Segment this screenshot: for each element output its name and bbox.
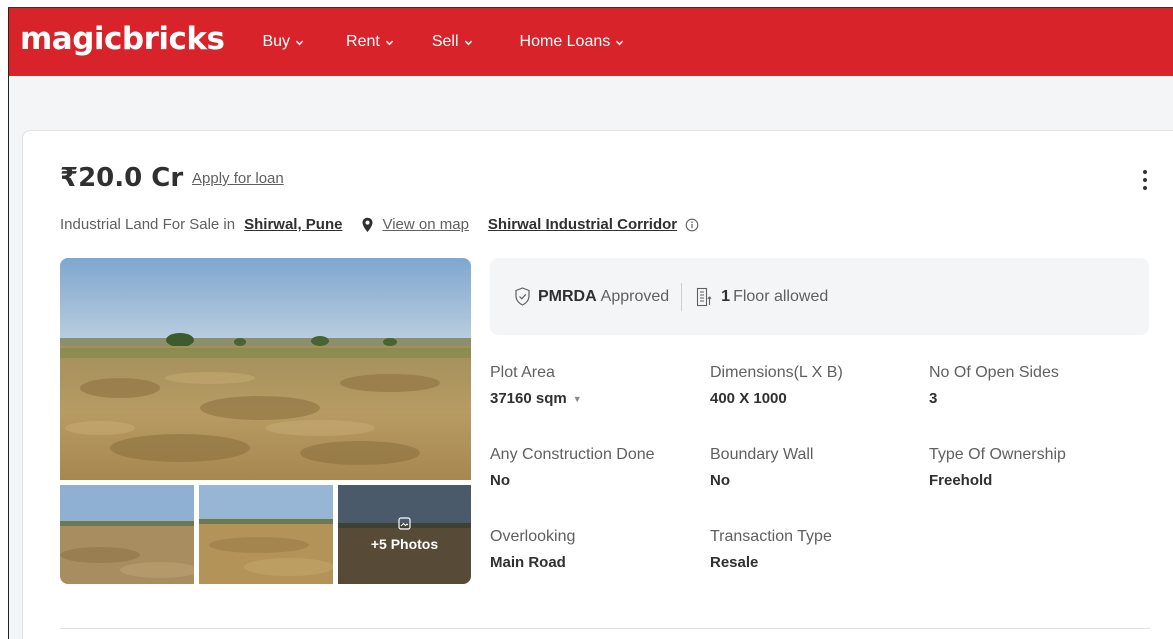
chevron-down-icon: [616, 40, 624, 45]
caret-down-icon: ▼: [572, 393, 582, 404]
main-nav: Buy Rent Sell Home Loans: [262, 33, 624, 51]
land-photo-image: [60, 258, 471, 480]
info-icon[interactable]: [685, 218, 699, 232]
spec-value: Freehold: [929, 472, 993, 489]
nav-sell-label: Sell: [431, 33, 459, 50]
main-property-photo[interactable]: [60, 258, 471, 480]
map-pin-icon: [362, 217, 373, 232]
approval-info-box: PMRDA Approved 1 Floor allowed: [490, 258, 1149, 335]
spec-value: Resale: [710, 554, 759, 571]
section-divider: [60, 628, 1150, 629]
spec-transaction-type: Transaction Type Resale: [710, 528, 832, 571]
corridor-link[interactable]: Shirwal Industrial Corridor: [488, 216, 677, 233]
spec-plot-area: Plot Area 37160 sqm ▼: [490, 364, 582, 407]
divider: [681, 282, 683, 311]
top-nav-bar: magicbricks Buy Rent Sell Home Loans: [9, 8, 1173, 76]
magicbricks-logo[interactable]: magicbricks: [20, 21, 225, 57]
more-photos-label: +5 Photos: [370, 536, 439, 552]
more-options-icon[interactable]: [1137, 166, 1153, 194]
spec-label: Dimensions(L X B): [710, 364, 843, 381]
thumbnail-photo-1[interactable]: [60, 485, 194, 584]
nav-sell[interactable]: Sell: [432, 33, 473, 51]
floors-allowed-label: Floor allowed: [733, 287, 829, 305]
spec-label: Overlooking: [490, 528, 576, 545]
thumbnail-image: [60, 485, 194, 584]
spec-label: Boundary Wall: [710, 446, 814, 463]
nav-home-loans-label: Home Loans: [519, 33, 611, 50]
spec-construction-done: Any Construction Done No: [490, 446, 655, 489]
spec-label: Type Of Ownership: [929, 446, 1066, 463]
spec-value: No: [710, 472, 730, 489]
spec-label: Plot Area: [490, 364, 555, 381]
more-photos-overlay: +5 Photos: [338, 485, 471, 584]
spec-boundary-wall: Boundary Wall No: [710, 446, 813, 489]
spec-ownership: Type Of Ownership Freehold: [929, 446, 1066, 489]
location-link[interactable]: Shirwal, Pune: [244, 216, 342, 233]
more-photos-thumbnail[interactable]: +5 Photos: [338, 485, 471, 584]
spec-overlooking: Overlooking Main Road: [490, 528, 575, 571]
spec-dimensions: Dimensions(L X B) 400 X 1000: [710, 364, 843, 407]
chevron-down-icon: [464, 40, 472, 45]
approval-status: Approved: [600, 287, 670, 305]
spec-value: No: [490, 472, 510, 489]
nav-buy-label: Buy: [262, 33, 291, 50]
spec-open-sides: No Of Open Sides 3: [929, 364, 1059, 407]
nav-home-loans[interactable]: Home Loans: [520, 33, 625, 51]
spec-label: Transaction Type: [710, 528, 832, 545]
spec-value: Main Road: [490, 554, 566, 571]
building-floors-icon: [697, 287, 712, 306]
spec-label: No Of Open Sides: [929, 364, 1059, 381]
view-on-map-link[interactable]: View on map: [382, 216, 468, 233]
nav-rent[interactable]: Rent: [346, 33, 394, 51]
nav-buy[interactable]: Buy: [262, 33, 304, 51]
window-border-top: [8, 7, 1173, 8]
floors-allowed-count: 1: [721, 287, 731, 305]
spec-value: 37160 sqm: [490, 390, 567, 407]
approval-authority: PMRDA: [538, 287, 597, 305]
apply-for-loan-link[interactable]: Apply for loan: [192, 170, 284, 187]
window-border: [8, 8, 9, 639]
spec-value: 400 X 1000: [710, 390, 787, 407]
plot-area-dropdown[interactable]: 37160 sqm ▼: [490, 390, 582, 407]
spec-label: Any Construction Done: [490, 446, 655, 463]
price: ₹20.0 Cr: [60, 163, 184, 193]
chevron-down-icon: [295, 40, 304, 45]
thumbnail-photo-2[interactable]: [199, 485, 333, 584]
chevron-down-icon: [385, 40, 394, 45]
property-type: Industrial Land For Sale in: [60, 216, 236, 233]
nav-rent-label: Rent: [346, 33, 380, 50]
gallery-icon: [398, 517, 411, 530]
spec-value: 3: [929, 390, 938, 407]
thumbnail-image: [199, 485, 333, 584]
shield-check-icon: [515, 287, 530, 306]
listing-subtitle: Industrial Land For Sale in Shirwal, Pun…: [60, 216, 699, 233]
